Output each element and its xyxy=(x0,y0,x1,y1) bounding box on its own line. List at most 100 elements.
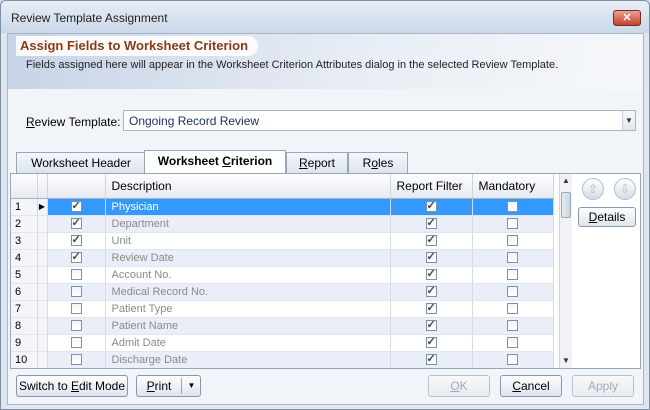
tab-report[interactable]: Report xyxy=(286,152,348,173)
description-cell[interactable]: Medical Record No. xyxy=(105,283,391,301)
mandatory-cell[interactable] xyxy=(472,266,554,284)
assigned-checkbox[interactable] xyxy=(70,320,82,332)
table-row[interactable]: 9 Admit Date xyxy=(11,334,554,352)
mandatory-cell[interactable] xyxy=(472,198,554,216)
move-down-button[interactable]: ⇩ xyxy=(614,178,636,200)
report-filter-checkbox[interactable] xyxy=(425,335,437,349)
mandatory-checkbox[interactable] xyxy=(507,201,518,213)
mandatory-checkbox[interactable] xyxy=(507,252,518,264)
mandatory-checkbox[interactable] xyxy=(507,286,518,298)
assigned-cell[interactable] xyxy=(47,249,106,267)
assigned-checkbox[interactable] xyxy=(70,250,82,264)
assigned-cell[interactable] xyxy=(47,317,106,335)
report-filter-checkbox[interactable] xyxy=(425,318,437,332)
assigned-cell[interactable] xyxy=(47,198,106,216)
close-button[interactable]: ✕ xyxy=(613,10,641,26)
mandatory-cell[interactable] xyxy=(472,300,554,318)
print-button[interactable]: Print ▼ xyxy=(136,375,201,397)
report-filter-cell[interactable] xyxy=(390,300,473,318)
table-row[interactable]: 8 Patient Name xyxy=(11,317,554,335)
mandatory-checkbox[interactable] xyxy=(507,303,518,315)
report-filter-cell[interactable] xyxy=(390,266,473,284)
report-filter-checkbox[interactable] xyxy=(425,352,437,366)
mandatory-cell[interactable] xyxy=(472,283,554,301)
description-cell[interactable]: Department xyxy=(105,215,391,233)
table-row[interactable]: 2 Department xyxy=(11,215,554,233)
assigned-checkbox[interactable] xyxy=(70,216,82,230)
tab-roles[interactable]: Roles xyxy=(348,152,408,173)
description-cell[interactable]: Patient Type xyxy=(105,300,391,318)
table-row[interactable]: 5 Account No. xyxy=(11,266,554,284)
mandatory-checkbox[interactable] xyxy=(507,218,518,230)
ok-button[interactable]: OK xyxy=(428,375,490,397)
assigned-column-header[interactable] xyxy=(47,174,106,199)
assigned-cell[interactable] xyxy=(47,351,106,368)
mandatory-checkbox[interactable] xyxy=(507,354,518,366)
report-filter-cell[interactable] xyxy=(390,249,473,267)
description-cell[interactable]: Physician xyxy=(105,198,391,216)
apply-button[interactable]: Apply xyxy=(572,375,634,397)
mandatory-cell[interactable] xyxy=(472,232,554,250)
assigned-cell[interactable] xyxy=(47,300,106,318)
assigned-checkbox[interactable] xyxy=(70,354,82,366)
tab-worksheet-header[interactable]: Worksheet Header xyxy=(16,152,146,173)
assigned-cell[interactable] xyxy=(47,334,106,352)
report-filter-checkbox[interactable] xyxy=(425,199,437,213)
scroll-down-icon[interactable]: ▼ xyxy=(560,354,572,368)
table-row[interactable]: 3 Unit xyxy=(11,232,554,250)
assigned-checkbox[interactable] xyxy=(70,233,82,247)
table-row[interactable]: 10 Discharge Date xyxy=(11,351,554,368)
mandatory-cell[interactable] xyxy=(472,215,554,233)
report-filter-cell[interactable] xyxy=(390,232,473,250)
mandatory-cell[interactable] xyxy=(472,351,554,368)
assigned-cell[interactable] xyxy=(47,215,106,233)
scroll-thumb[interactable] xyxy=(561,192,571,218)
description-cell[interactable]: Review Date xyxy=(105,249,391,267)
assigned-cell[interactable] xyxy=(47,283,106,301)
report-filter-cell[interactable] xyxy=(390,283,473,301)
report-filter-checkbox[interactable] xyxy=(425,233,437,247)
description-cell[interactable]: Discharge Date xyxy=(105,351,391,368)
description-column-header[interactable]: Description xyxy=(105,174,391,199)
mandatory-cell[interactable] xyxy=(472,317,554,335)
assigned-cell[interactable] xyxy=(47,266,106,284)
description-cell[interactable]: Patient Name xyxy=(105,317,391,335)
scroll-up-icon[interactable]: ▲ xyxy=(560,174,572,188)
mandatory-checkbox[interactable] xyxy=(507,269,518,281)
move-up-button[interactable]: ⇧ xyxy=(582,178,604,200)
report-filter-column-header[interactable]: Report Filter xyxy=(390,174,473,199)
mandatory-column-header[interactable]: Mandatory xyxy=(472,174,554,199)
report-filter-checkbox[interactable] xyxy=(425,250,437,264)
table-row[interactable]: 7 Patient Type xyxy=(11,300,554,318)
table-row[interactable]: 1▶ Physician xyxy=(11,198,554,216)
details-button[interactable]: Details xyxy=(578,207,636,227)
grid-scrollbar[interactable]: ▲ ▼ xyxy=(559,174,572,368)
table-row[interactable]: 6 Medical Record No. xyxy=(11,283,554,301)
report-filter-checkbox[interactable] xyxy=(425,301,437,315)
description-cell[interactable]: Account No. xyxy=(105,266,391,284)
mandatory-checkbox[interactable] xyxy=(507,337,518,349)
report-filter-cell[interactable] xyxy=(390,317,473,335)
chevron-down-icon[interactable]: ▼ xyxy=(182,376,201,396)
report-filter-cell[interactable] xyxy=(390,215,473,233)
assigned-checkbox[interactable] xyxy=(70,337,82,349)
mandatory-cell[interactable] xyxy=(472,249,554,267)
report-filter-cell[interactable] xyxy=(390,351,473,368)
cancel-button[interactable]: Cancel xyxy=(500,375,562,397)
switch-to-edit-mode-button[interactable]: Switch to Edit Mode xyxy=(16,375,128,397)
mandatory-cell[interactable] xyxy=(472,334,554,352)
tab-worksheet-criterion[interactable]: Worksheet Criterion xyxy=(144,150,286,173)
report-filter-cell[interactable] xyxy=(390,198,473,216)
report-filter-checkbox[interactable] xyxy=(425,284,437,298)
print-button-label[interactable]: Print xyxy=(137,376,181,396)
assigned-checkbox[interactable] xyxy=(70,303,82,315)
description-cell[interactable]: Unit xyxy=(105,232,391,250)
report-filter-checkbox[interactable] xyxy=(425,216,437,230)
assigned-checkbox[interactable] xyxy=(70,286,82,298)
assigned-checkbox[interactable] xyxy=(70,269,82,281)
description-cell[interactable]: Admit Date xyxy=(105,334,391,352)
chevron-down-icon[interactable]: ▼ xyxy=(622,111,635,130)
report-filter-cell[interactable] xyxy=(390,334,473,352)
mandatory-checkbox[interactable] xyxy=(507,235,518,247)
report-filter-checkbox[interactable] xyxy=(425,267,437,281)
